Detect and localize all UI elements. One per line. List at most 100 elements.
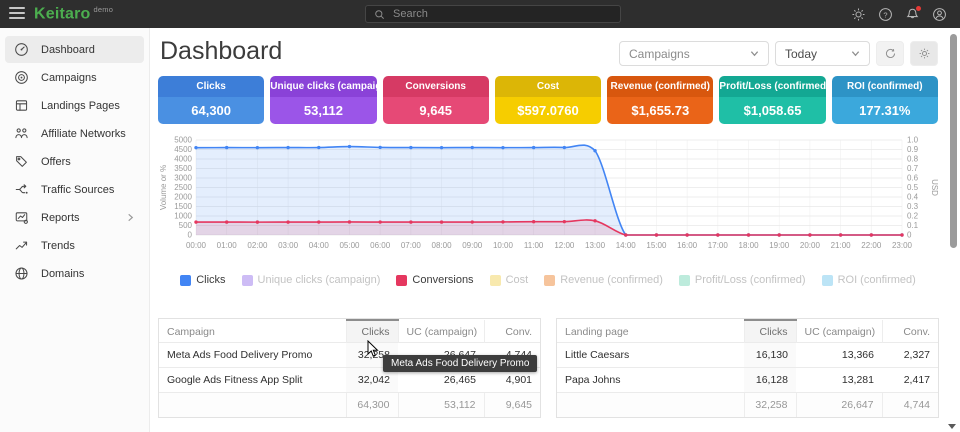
legend-label: Conversions — [412, 274, 473, 286]
metric-value: 64,300 — [158, 97, 264, 124]
svg-text:22:00: 22:00 — [861, 241, 882, 250]
sidebar-item-reports[interactable]: Reports — [5, 204, 144, 231]
totals-row: 64,30053,1129,645 — [159, 393, 540, 418]
demo-badge: demo — [94, 5, 114, 14]
svg-text:0.1: 0.1 — [907, 221, 919, 230]
legend-item-revenue-confirmed[interactable]: Revenue (confirmed) — [544, 274, 663, 286]
totals-row: 32,25826,6474,744 — [557, 393, 938, 418]
svg-text:06:00: 06:00 — [370, 241, 391, 250]
svg-text:3000: 3000 — [174, 174, 192, 183]
campaign-filter-select[interactable]: Campaigns — [619, 41, 769, 66]
traffic-chart: 00:0001:0002:0003:0004:0005:0006:0007:00… — [158, 131, 938, 264]
sidebar-item-label: Traffic Sources — [41, 184, 114, 196]
metric-card-roi-confirmed: ROI (confirmed)177.31% — [832, 76, 938, 124]
sidebar-item-affiliate-networks[interactable]: Affiliate Networks — [5, 120, 144, 147]
svg-text:12:00: 12:00 — [554, 241, 575, 250]
svg-text:13:00: 13:00 — [585, 241, 606, 250]
help-icon[interactable]: ? — [878, 7, 893, 22]
svg-text:17:00: 17:00 — [708, 241, 729, 250]
sidebar-item-traffic-sources[interactable]: Traffic Sources — [5, 176, 144, 203]
legend-label: Unique clicks (campaign) — [258, 274, 381, 286]
table-row[interactable]: Papa Johns16,12813,2812,417 — [557, 368, 938, 393]
svg-text:14:00: 14:00 — [616, 241, 637, 250]
svg-text:00:00: 00:00 — [186, 241, 207, 250]
svg-text:500: 500 — [179, 221, 193, 230]
legend-item-unique-clicks-campaign[interactable]: Unique clicks (campaign) — [242, 274, 381, 286]
keitaro-dashboard: Keitarodemo ? Dashboard Campaigns Landings… — [0, 0, 960, 432]
column-header-conv[interactable]: Conv. — [882, 320, 938, 343]
column-header-uc-campaign[interactable]: UC (campaign) — [398, 320, 484, 343]
metric-card-clicks: Clicks64,300 — [158, 76, 264, 124]
legend-label: ROI (confirmed) — [838, 274, 916, 286]
sidebar-item-offers[interactable]: Offers — [5, 148, 144, 175]
settings-gear-icon[interactable] — [851, 7, 866, 22]
legend-swatch — [490, 275, 501, 286]
svg-text:15:00: 15:00 — [646, 241, 667, 250]
scrollbar-down-arrow[interactable] — [948, 424, 956, 429]
svg-text:2500: 2500 — [174, 183, 192, 192]
user-account-icon[interactable] — [932, 7, 947, 22]
svg-text:0.2: 0.2 — [907, 212, 919, 221]
svg-text:16:00: 16:00 — [677, 241, 698, 250]
metric-card-revenue-confirmed: Revenue (confirmed)$1,655.73 — [607, 76, 713, 124]
svg-text:4500: 4500 — [174, 145, 192, 154]
metric-value: $1,655.73 — [607, 97, 713, 124]
svg-text:18:00: 18:00 — [739, 241, 760, 250]
metric-label: Conversions — [383, 76, 489, 97]
sidebar-item-campaigns[interactable]: Campaigns — [5, 64, 144, 91]
metric-value: $597.0760 — [495, 97, 601, 124]
svg-text:?: ? — [883, 10, 887, 19]
svg-text:03:00: 03:00 — [278, 241, 299, 250]
svg-text:5000: 5000 — [174, 136, 192, 145]
legend-item-roi-confirmed[interactable]: ROI (confirmed) — [822, 274, 916, 286]
sidebar-item-domains[interactable]: Domains — [5, 260, 144, 287]
column-header-uc-campaign[interactable]: UC (campaign) — [796, 320, 882, 343]
legend-item-clicks[interactable]: Clicks — [180, 274, 225, 286]
refresh-button[interactable] — [876, 41, 904, 66]
landing-pages-table: Landing pageClicksUC (campaign)Conv.Litt… — [556, 318, 939, 418]
app-logo[interactable]: Keitarodemo — [34, 5, 113, 23]
topbar-actions: ? — [851, 0, 947, 28]
svg-text:0.4: 0.4 — [907, 193, 919, 202]
sidebar-item-label: Landings Pages — [41, 100, 120, 112]
column-header-clicks[interactable]: Clicks — [744, 320, 796, 343]
legend-item-conversions[interactable]: Conversions — [396, 274, 473, 286]
svg-text:0: 0 — [907, 231, 912, 240]
hamburger-menu-icon[interactable] — [9, 7, 25, 21]
metric-card-unique-clicks-campaign: Unique clicks (campaign)53,112 — [270, 76, 376, 124]
refresh-icon — [884, 47, 897, 60]
metric-label: Clicks — [158, 76, 264, 97]
column-header-clicks[interactable]: Clicks — [346, 320, 398, 343]
sidebar-item-trends[interactable]: Trends — [5, 232, 144, 259]
landings-icon — [14, 98, 29, 113]
legend-item-cost[interactable]: Cost — [490, 274, 529, 286]
date-range-value: Today — [785, 47, 817, 61]
metric-label: Profit/Loss (confirmed) — [719, 76, 825, 97]
sidebar-item-label: Dashboard — [41, 44, 95, 56]
dashboard-settings-button[interactable] — [910, 41, 938, 66]
dashboard-controls: Campaigns Today — [619, 41, 938, 66]
svg-text:0.6: 0.6 — [907, 174, 919, 183]
notifications-bell-icon[interactable] — [905, 7, 920, 22]
page-title: Dashboard — [160, 37, 282, 66]
column-header-campaign[interactable]: Campaign — [159, 320, 346, 343]
domains-icon — [14, 266, 29, 281]
svg-text:0.3: 0.3 — [907, 202, 919, 211]
sidebar-item-dashboard[interactable]: Dashboard — [5, 36, 144, 63]
svg-text:4000: 4000 — [174, 155, 192, 164]
date-range-select[interactable]: Today — [775, 41, 870, 66]
scrollbar-thumb[interactable] — [950, 34, 957, 248]
svg-text:0.7: 0.7 — [907, 164, 919, 173]
sidebar-item-label: Trends — [41, 240, 75, 252]
table-row[interactable]: Little Caesars16,13013,3662,327 — [557, 343, 938, 368]
chevron-down-icon — [750, 49, 759, 58]
campaign-filter-value: Campaigns — [629, 47, 690, 61]
legend-item-profit-loss-confirmed[interactable]: Profit/Loss (confirmed) — [679, 274, 806, 286]
sidebar-item-label: Domains — [41, 268, 84, 280]
search-bar[interactable] — [365, 5, 621, 23]
sidebar-item-landings-pages[interactable]: Landings Pages — [5, 92, 144, 119]
column-header-conv[interactable]: Conv. — [484, 320, 540, 343]
search-input[interactable] — [391, 7, 612, 21]
notification-dot — [916, 6, 921, 11]
column-header-landing-page[interactable]: Landing page — [557, 320, 744, 343]
